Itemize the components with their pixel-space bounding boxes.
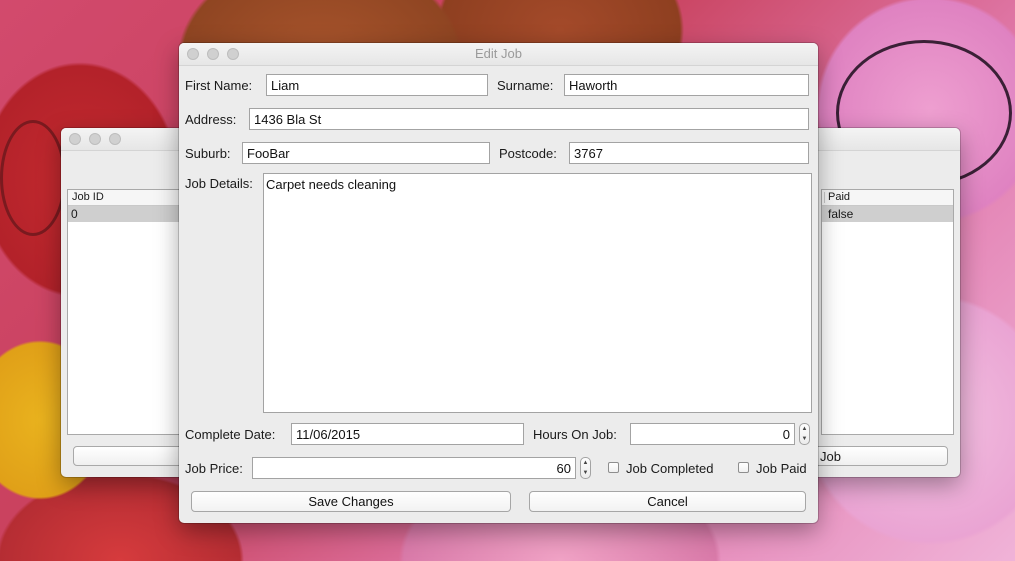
minimize-window-button[interactable]: [89, 133, 101, 145]
column-header-paid-label: Paid: [828, 191, 851, 203]
first-name-field[interactable]: [266, 74, 488, 96]
postcode-field[interactable]: [569, 142, 809, 164]
address-label: Address:: [185, 112, 237, 127]
hours-stepper[interactable]: ▲ ▼: [799, 423, 810, 445]
stepper-up-icon[interactable]: ▲: [800, 424, 809, 434]
hours-on-job-label: Hours On Job:: [533, 427, 617, 442]
titlebar: Edit Job: [179, 43, 818, 66]
jobs-table-left[interactable]: Job ID 0: [67, 189, 189, 435]
cell-job-id: 0: [71, 207, 78, 221]
wallpaper-decoration: [0, 120, 66, 236]
suburb-label: Suburb:: [185, 146, 231, 161]
dialog-title: Edit Job: [475, 46, 522, 61]
bg-left-button[interactable]: [73, 446, 193, 466]
address-field[interactable]: [249, 108, 809, 130]
job-price-label: Job Price:: [185, 461, 243, 476]
job-price-field[interactable]: [252, 457, 576, 479]
first-name-label: First Name:: [185, 78, 253, 93]
job-completed-label[interactable]: Job Completed: [626, 461, 713, 477]
bg-job-button[interactable]: Job: [811, 446, 948, 466]
suburb-field[interactable]: [242, 142, 490, 164]
cancel-button[interactable]: Cancel: [529, 491, 806, 512]
price-stepper[interactable]: ▲ ▼: [580, 457, 591, 479]
stepper-down-icon[interactable]: ▼: [800, 434, 809, 444]
job-paid-checkbox[interactable]: [738, 462, 749, 473]
job-details-textarea[interactable]: Carpet needs cleaning: [263, 173, 812, 413]
hours-on-job-field[interactable]: [630, 423, 795, 445]
table-row[interactable]: 0: [68, 206, 188, 222]
bg-job-button-label: Job: [820, 449, 841, 464]
complete-date-label: Complete Date:: [185, 427, 276, 442]
stepper-down-icon[interactable]: ▼: [581, 468, 590, 478]
stepper-up-icon[interactable]: ▲: [581, 458, 590, 468]
surname-field[interactable]: [564, 74, 809, 96]
column-header-paid[interactable]: Paid: [822, 190, 953, 206]
edit-job-dialog: Edit Job First Name: Surname: Address: S…: [179, 43, 818, 523]
job-completed-checkbox[interactable]: [608, 462, 619, 473]
column-header-job-id[interactable]: Job ID: [68, 190, 188, 206]
close-window-button[interactable]: [69, 133, 81, 145]
cell-paid: false: [828, 207, 854, 221]
table-row[interactable]: false: [822, 206, 953, 222]
zoom-window-button[interactable]: [109, 133, 121, 145]
jobs-table-right[interactable]: Paid false: [821, 189, 954, 435]
postcode-label: Postcode:: [499, 146, 557, 161]
surname-label: Surname:: [497, 78, 554, 93]
job-details-label: Job Details:: [185, 176, 253, 191]
complete-date-field[interactable]: [291, 423, 524, 445]
save-changes-button[interactable]: Save Changes: [191, 491, 511, 512]
job-paid-label[interactable]: Job Paid: [756, 461, 807, 477]
